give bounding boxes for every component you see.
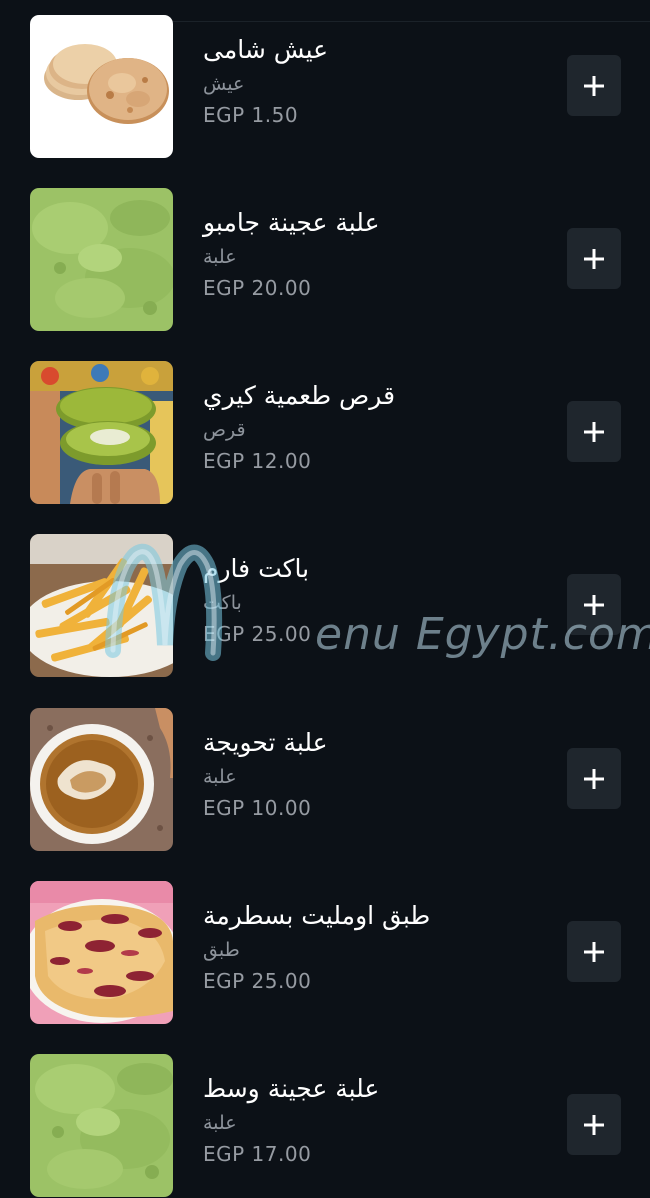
item-price: EGP 1.50 (203, 103, 299, 127)
add-button[interactable] (567, 401, 621, 462)
add-button[interactable] (567, 55, 621, 116)
item-unit: باكت (203, 592, 242, 614)
menu-item-shami-bread[interactable]: عيش شامى عيش EGP 1.50 (0, 15, 650, 159)
plus-icon (584, 1114, 604, 1135)
plus-icon (584, 421, 604, 442)
item-text: علبة تحويجة علبة EGP 10.00 (203, 726, 543, 821)
menu-item-tahwega-box[interactable]: علبة تحويجة علبة EGP 10.00 (0, 708, 650, 852)
menu-item-farm-packet[interactable]: باكت فارم باكت EGP 25.00 (0, 534, 650, 678)
item-name: قرص طعمية كيري (203, 381, 396, 410)
item-name: علبة تحويجة (203, 728, 328, 757)
item-image-falafel (30, 361, 173, 504)
item-image-omelette (30, 881, 173, 1024)
plus-icon (584, 941, 604, 962)
item-price: EGP 20.00 (203, 276, 312, 300)
plus-icon (584, 248, 604, 269)
item-text: قرص طعمية كيري قرص EGP 12.00 (203, 379, 543, 474)
item-image-fries (30, 534, 173, 677)
add-button[interactable] (567, 1094, 621, 1155)
item-unit: عيش (203, 73, 245, 95)
menu-item-pastrami-omelette[interactable]: طبق اومليت بسطرمة طبق EGP 25.00 (0, 881, 650, 1025)
item-price: EGP 10.00 (203, 796, 312, 820)
item-image-sauce-bowl (30, 708, 173, 851)
plus-icon (584, 75, 604, 96)
item-price: EGP 25.00 (203, 969, 312, 993)
item-name: طبق اومليت بسطرمة (203, 901, 431, 930)
item-price: EGP 17.00 (203, 1142, 312, 1166)
item-unit: علبة (203, 766, 237, 788)
item-text: علبة عجينة جامبو علبة EGP 20.00 (203, 206, 543, 301)
add-button[interactable] (567, 228, 621, 289)
item-name: علبة عجينة جامبو (203, 208, 380, 237)
item-text: طبق اومليت بسطرمة طبق EGP 25.00 (203, 899, 543, 994)
item-unit: قرص (203, 419, 246, 441)
add-button[interactable] (567, 748, 621, 809)
item-unit: علبة (203, 246, 237, 268)
item-text: عيش شامى عيش EGP 1.50 (203, 33, 543, 128)
add-button[interactable] (567, 574, 621, 635)
item-unit: طبق (203, 939, 240, 961)
item-name: باكت فارم (203, 554, 310, 583)
menu-item-kiri-falafel[interactable]: قرص طعمية كيري قرص EGP 12.00 (0, 361, 650, 505)
menu-item-medium-dough[interactable]: علبة عجينة وسط علبة EGP 17.00 (0, 1054, 650, 1198)
add-button[interactable] (567, 921, 621, 982)
item-price: EGP 12.00 (203, 449, 312, 473)
item-text: باكت فارم باكت EGP 25.00 (203, 552, 543, 647)
plus-icon (584, 594, 604, 615)
item-text: علبة عجينة وسط علبة EGP 17.00 (203, 1072, 543, 1167)
plus-icon (584, 768, 604, 789)
item-name: علبة عجينة وسط (203, 1074, 380, 1103)
item-image-green-paste (30, 188, 173, 331)
item-price: EGP 25.00 (203, 622, 312, 646)
item-image-green-paste (30, 1054, 173, 1197)
item-name: عيش شامى (203, 35, 329, 64)
item-image-bread (30, 15, 173, 158)
item-unit: علبة (203, 1112, 237, 1134)
menu-item-jumbo-dough[interactable]: علبة عجينة جامبو علبة EGP 20.00 (0, 188, 650, 332)
